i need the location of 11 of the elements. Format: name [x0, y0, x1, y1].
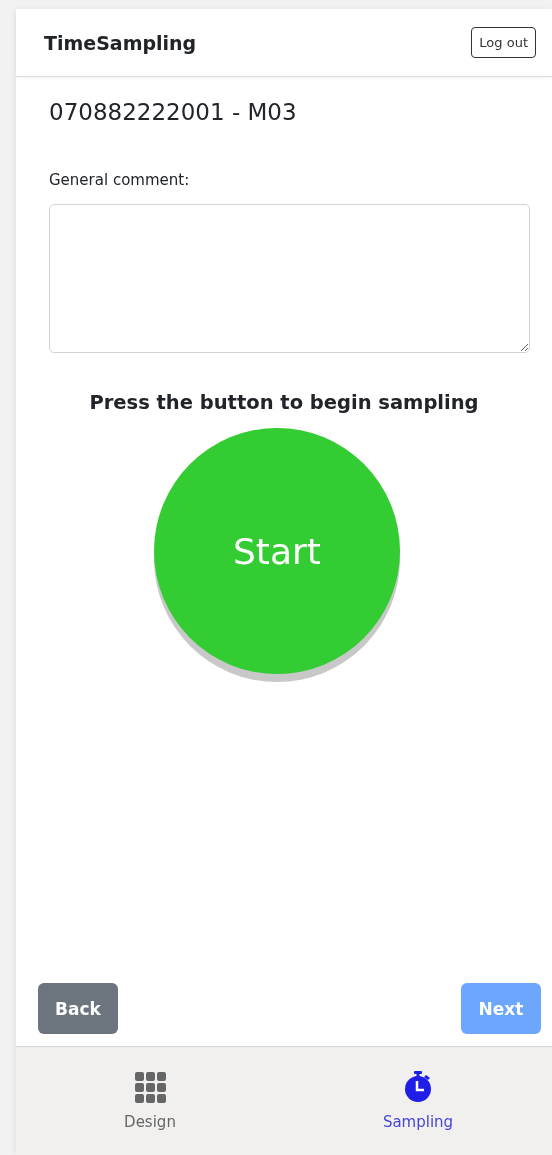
instruction-text: Press the button to begin sampling [88, 391, 480, 414]
stopwatch-icon [402, 1071, 434, 1103]
grid-icon [134, 1071, 166, 1103]
logout-button[interactable]: Log out [471, 27, 536, 58]
page-heading: 070882222001 - M03 [49, 99, 298, 125]
comment-field[interactable] [49, 204, 530, 353]
nav-tab[interactable]: Design [16, 1047, 284, 1155]
back-button[interactable]: Back [38, 983, 118, 1034]
nav-tab[interactable]: Sampling [284, 1047, 552, 1155]
app-title: TimeSampling [44, 31, 197, 54]
field-label: General comment: [49, 171, 191, 189]
